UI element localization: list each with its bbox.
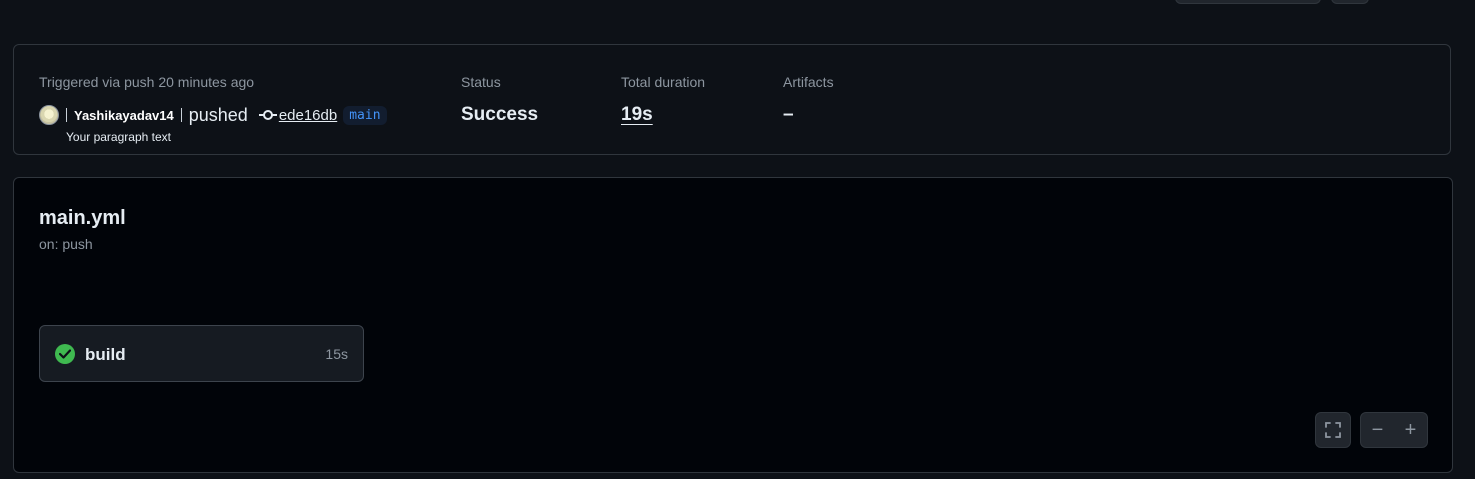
fullscreen-button[interactable] xyxy=(1315,412,1351,448)
avatar[interactable] xyxy=(39,105,59,125)
commit-sha-link[interactable]: ede16db xyxy=(279,107,337,124)
actor-row: Yashikayadav14 pushed ede16db main xyxy=(39,103,387,127)
branch-badge[interactable]: main xyxy=(343,105,387,125)
check-circle-icon xyxy=(55,344,75,364)
actor-username[interactable]: Yashikayadav14 xyxy=(74,108,174,123)
zoom-out-button[interactable]: − xyxy=(1361,413,1394,447)
workflow-name: main.yml xyxy=(39,207,126,229)
artifacts-label: Artifacts xyxy=(783,74,834,90)
toolbar-menu-button-partial[interactable] xyxy=(1331,0,1369,4)
job-duration: 15s xyxy=(325,346,348,362)
status-label: Status xyxy=(461,74,501,90)
fullscreen-icon xyxy=(1325,422,1341,438)
actor-subtext: Your paragraph text xyxy=(66,130,171,144)
separator xyxy=(180,108,182,122)
artifacts-value: – xyxy=(783,104,794,125)
job-name: build xyxy=(85,345,126,364)
status-value: Success xyxy=(461,104,539,125)
workflow-trigger: on: push xyxy=(39,236,93,252)
git-commit-icon xyxy=(258,110,277,120)
job-card-build[interactable]: build 15s xyxy=(39,325,364,382)
toolbar-button-partial[interactable] xyxy=(1175,0,1321,4)
zoom-controls: − + xyxy=(1360,412,1428,448)
actor-action: pushed xyxy=(188,104,248,125)
top-toolbar-stubs xyxy=(1175,0,1475,10)
workflow-graph-panel: main.yml on: push build 15s − + xyxy=(13,177,1453,473)
separator xyxy=(66,108,67,122)
zoom-in-button[interactable]: + xyxy=(1394,413,1427,447)
duration-link[interactable]: 19s xyxy=(621,104,653,126)
triggered-label: Triggered via push 20 minutes ago xyxy=(39,74,255,90)
duration-label: Total duration xyxy=(621,74,706,90)
run-summary-panel: Triggered via push 20 minutes ago Yashik… xyxy=(13,44,1451,155)
